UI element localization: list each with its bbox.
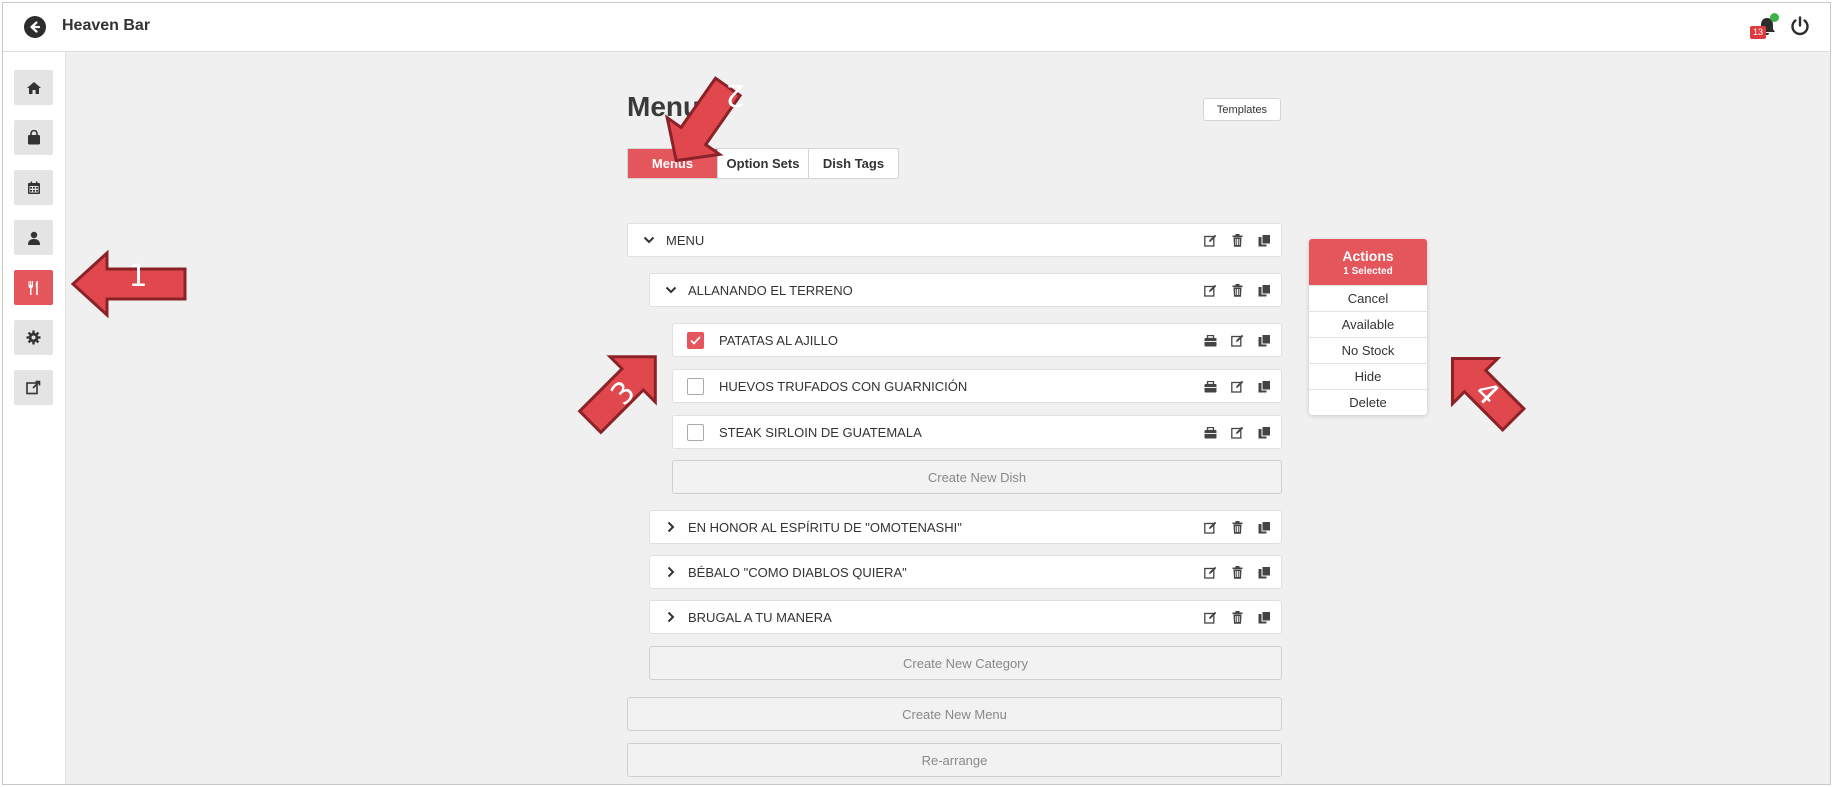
trash-icon[interactable]: [1231, 611, 1244, 624]
annotation-arrow-1: [70, 249, 187, 319]
templates-button[interactable]: Templates: [1203, 98, 1281, 121]
dish-name: PATATAS AL AJILLO: [719, 332, 838, 348]
dish-row[interactable]: STEAK SIRLOIN DE GUATEMALA: [672, 415, 1282, 449]
annotation-arrow-3: [577, 355, 657, 435]
actions-selected-count: 1 Selected: [1343, 265, 1393, 277]
edit-icon[interactable]: [1204, 521, 1217, 534]
actions-header: Actions 1 Selected: [1309, 239, 1427, 285]
gear-icon: [26, 330, 41, 345]
annotation-label-2: 2: [725, 77, 744, 112]
category-row[interactable]: BÉBALO "COMO DIABLOS QUIERA": [649, 555, 1282, 589]
edit-icon[interactable]: [1204, 284, 1217, 297]
copy-icon[interactable]: [1258, 521, 1271, 534]
chevron-right-icon[interactable]: [664, 520, 678, 534]
annotation-arrow-4: [1450, 356, 1527, 433]
category-name: BRUGAL A TU MANERA: [688, 609, 832, 625]
copy-icon[interactable]: [1258, 611, 1271, 624]
tag-icon[interactable]: [1204, 426, 1217, 439]
sidebar-item-settings[interactable]: [14, 320, 53, 355]
action-cancel[interactable]: Cancel: [1309, 285, 1427, 311]
notifications-bell-icon[interactable]: 13: [1750, 13, 1779, 40]
chevron-right-icon[interactable]: [664, 610, 678, 624]
online-status-dot: [1770, 13, 1779, 22]
annotation-label-4: 4: [1468, 374, 1506, 412]
rearrange-button[interactable]: Re-arrange: [627, 743, 1282, 777]
edit-icon[interactable]: [1204, 611, 1217, 624]
copy-icon[interactable]: [1258, 334, 1271, 347]
external-link-icon: [26, 380, 41, 395]
menu-row[interactable]: MENU: [627, 223, 1282, 257]
trash-icon[interactable]: [1231, 234, 1244, 247]
category-name: ALLANANDO EL TERRENO: [688, 282, 853, 298]
tab-option-sets[interactable]: Option Sets: [718, 149, 809, 178]
utensils-icon: [27, 280, 38, 295]
annotation-label-1: 1: [128, 259, 147, 294]
dish-row[interactable]: PATATAS AL AJILLO: [672, 323, 1282, 357]
copy-icon[interactable]: [1258, 234, 1271, 247]
sidebar: [3, 52, 66, 784]
app-window: Heaven Bar 13 Menus Templates Menus Opti…: [2, 2, 1831, 785]
edit-icon[interactable]: [1231, 380, 1244, 393]
tag-icon[interactable]: [1204, 380, 1217, 393]
copy-icon[interactable]: [1258, 566, 1271, 579]
tag-icon[interactable]: [1204, 334, 1217, 347]
dish-checkbox[interactable]: [687, 377, 704, 395]
bag-icon: [27, 130, 40, 145]
app-title: Heaven Bar: [62, 17, 151, 34]
edit-icon[interactable]: [1231, 334, 1244, 347]
category-row[interactable]: EN HONOR AL ESPÍRITU DE "OMOTENASHI": [649, 510, 1282, 544]
create-new-dish-button[interactable]: Create New Dish: [672, 460, 1282, 494]
dish-row[interactable]: HUEVOS TRUFADOS CON GUARNICIÓN: [672, 369, 1282, 403]
tab-menus[interactable]: Menus: [628, 149, 718, 178]
user-icon: [27, 231, 40, 245]
create-new-menu-button[interactable]: Create New Menu: [627, 697, 1282, 731]
category-name: EN HONOR AL ESPÍRITU DE "OMOTENASHI": [688, 519, 962, 535]
category-row[interactable]: BRUGAL A TU MANERA: [649, 600, 1282, 634]
actions-title: Actions: [1342, 247, 1394, 264]
power-icon[interactable]: [1789, 15, 1813, 39]
copy-icon[interactable]: [1258, 284, 1271, 297]
copy-icon[interactable]: [1258, 380, 1271, 393]
annotation-label-3: 3: [604, 374, 642, 412]
action-available[interactable]: Available: [1309, 311, 1427, 337]
chevron-down-icon[interactable]: [664, 283, 678, 297]
sidebar-item-home[interactable]: [14, 70, 53, 105]
edit-icon[interactable]: [1231, 426, 1244, 439]
category-name: BÉBALO "COMO DIABLOS QUIERA": [688, 564, 907, 580]
trash-icon[interactable]: [1231, 284, 1244, 297]
copy-icon[interactable]: [1258, 426, 1271, 439]
category-row[interactable]: ALLANANDO EL TERRENO: [649, 273, 1282, 307]
trash-icon[interactable]: [1231, 521, 1244, 534]
dish-checkbox[interactable]: [687, 331, 704, 349]
dish-checkbox[interactable]: [687, 423, 704, 441]
page-title: Menus: [627, 91, 716, 122]
edit-icon[interactable]: [1204, 234, 1217, 247]
menu-name: MENU: [666, 232, 705, 248]
calendar-icon: [27, 181, 40, 194]
dish-name: HUEVOS TRUFADOS CON GUARNICIÓN: [719, 378, 968, 394]
action-delete[interactable]: Delete: [1309, 389, 1427, 415]
action-no-stock[interactable]: No Stock: [1309, 337, 1427, 363]
trash-icon[interactable]: [1231, 566, 1244, 579]
home-icon: [26, 81, 41, 94]
back-arrow-icon[interactable]: [24, 16, 46, 38]
dish-name: STEAK SIRLOIN DE GUATEMALA: [719, 424, 922, 440]
sidebar-item-menus[interactable]: [14, 270, 53, 305]
chevron-down-icon[interactable]: [642, 233, 656, 247]
chevron-right-icon[interactable]: [664, 565, 678, 579]
notification-count-badge: 13: [1750, 26, 1767, 39]
tab-dish-tags[interactable]: Dish Tags: [809, 149, 898, 178]
action-hide[interactable]: Hide: [1309, 363, 1427, 389]
top-bar: Heaven Bar 13: [3, 3, 1830, 52]
sidebar-item-orders[interactable]: [14, 120, 53, 155]
sidebar-item-external[interactable]: [14, 370, 53, 405]
edit-icon[interactable]: [1204, 566, 1217, 579]
actions-panel: Actions 1 Selected Cancel Available No S…: [1309, 239, 1427, 415]
sidebar-item-calendar[interactable]: [14, 170, 53, 205]
create-new-category-button[interactable]: Create New Category: [649, 646, 1282, 680]
tab-bar: Menus Option Sets Dish Tags: [627, 148, 899, 179]
sidebar-item-users[interactable]: [14, 220, 53, 255]
